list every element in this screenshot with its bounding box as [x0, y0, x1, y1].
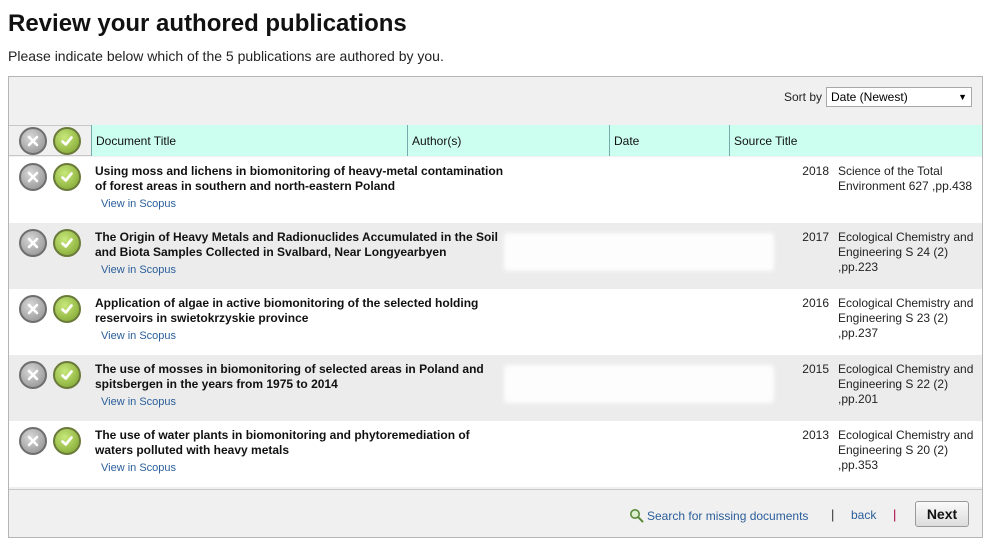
- reject-all-icon[interactable]: [19, 126, 47, 155]
- table-row: The use of water plants in biomonitoring…: [9, 421, 982, 487]
- table-header: Document Title Author(s) Date Source Tit…: [9, 125, 982, 156]
- accept-all-icon[interactable]: [53, 126, 81, 155]
- next-button[interactable]: Next: [915, 501, 969, 527]
- table-row: Using moss and lichens in biomonitoring …: [9, 157, 982, 223]
- sort-select[interactable]: Date (Newest) ▼: [826, 87, 972, 107]
- magnifier-icon: [630, 509, 644, 523]
- sort-control: Sort by Date (Newest) ▼: [784, 87, 972, 107]
- column-header-title[interactable]: Document Title: [91, 125, 407, 156]
- column-header-authors[interactable]: Author(s): [407, 125, 609, 156]
- source-title: Ecological Chemistry and Engineering S 2…: [838, 296, 974, 340]
- publication-list: Using moss and lichens in biomonitoring …: [9, 157, 982, 487]
- accept-icon[interactable]: [53, 229, 81, 257]
- table-row: The use of mosses in biomonitoring of se…: [9, 355, 982, 421]
- page-title: Review your authored publications: [8, 10, 407, 37]
- accept-icon[interactable]: [53, 427, 81, 455]
- back-link[interactable]: back: [851, 508, 876, 522]
- view-in-scopus-link[interactable]: View in Scopus: [101, 264, 176, 276]
- reject-icon[interactable]: [19, 295, 47, 323]
- source-title: Ecological Chemistry and Engineering S 2…: [838, 428, 974, 472]
- search-missing-documents-label: Search for missing documents: [647, 508, 809, 523]
- separator: |: [893, 507, 897, 522]
- separator: |: [831, 507, 835, 522]
- page-subtitle: Please indicate below which of the 5 pub…: [8, 48, 444, 64]
- accept-icon[interactable]: [53, 361, 81, 389]
- redacted-authors: [504, 233, 774, 271]
- sort-selected-value: Date (Newest): [831, 90, 908, 104]
- document-date: 2017: [802, 230, 829, 244]
- view-in-scopus-link[interactable]: View in Scopus: [101, 198, 176, 210]
- source-title: Ecological Chemistry and Engineering S 2…: [838, 362, 974, 406]
- document-title: The use of mosses in biomonitoring of se…: [95, 362, 484, 391]
- document-date: 2013: [802, 428, 829, 442]
- view-in-scopus-link[interactable]: View in Scopus: [101, 330, 176, 342]
- reject-icon[interactable]: [19, 229, 47, 257]
- search-missing-documents-link[interactable]: Search for missing documents: [629, 508, 808, 523]
- column-header-source[interactable]: Source Title: [729, 125, 982, 156]
- view-in-scopus-link[interactable]: View in Scopus: [101, 396, 176, 408]
- reject-icon[interactable]: [19, 361, 47, 389]
- sort-label: Sort by: [783, 90, 822, 104]
- document-date: 2015: [802, 362, 829, 376]
- column-header-date[interactable]: Date: [609, 125, 729, 156]
- accept-icon[interactable]: [53, 295, 81, 323]
- source-title: Science of the Total Environment 627 ,pp…: [838, 164, 973, 193]
- document-title: Application of algae in active biomonito…: [95, 296, 479, 325]
- publications-panel: Sort by Date (Newest) ▼ Document Title A…: [8, 76, 983, 538]
- table-row: Application of algae in active biomonito…: [9, 289, 982, 355]
- reject-icon[interactable]: [19, 163, 47, 191]
- reject-icon[interactable]: [19, 427, 47, 455]
- panel-footer: Search for missing documents | back | Ne…: [9, 489, 982, 537]
- source-title: Ecological Chemistry and Engineering S 2…: [838, 230, 974, 274]
- document-title: The Origin of Heavy Metals and Radionucl…: [95, 230, 498, 259]
- redacted-authors: [504, 365, 774, 403]
- table-row: The Origin of Heavy Metals and Radionucl…: [9, 223, 982, 289]
- accept-icon[interactable]: [53, 163, 81, 191]
- document-title: Using moss and lichens in biomonitoring …: [95, 164, 504, 193]
- document-title: The use of water plants in biomonitoring…: [95, 428, 470, 457]
- caret-down-icon: ▼: [958, 92, 967, 102]
- view-in-scopus-link[interactable]: View in Scopus: [101, 462, 176, 474]
- header-icon-group: [9, 126, 91, 155]
- document-date: 2016: [802, 296, 829, 310]
- document-date: 2018: [802, 164, 829, 178]
